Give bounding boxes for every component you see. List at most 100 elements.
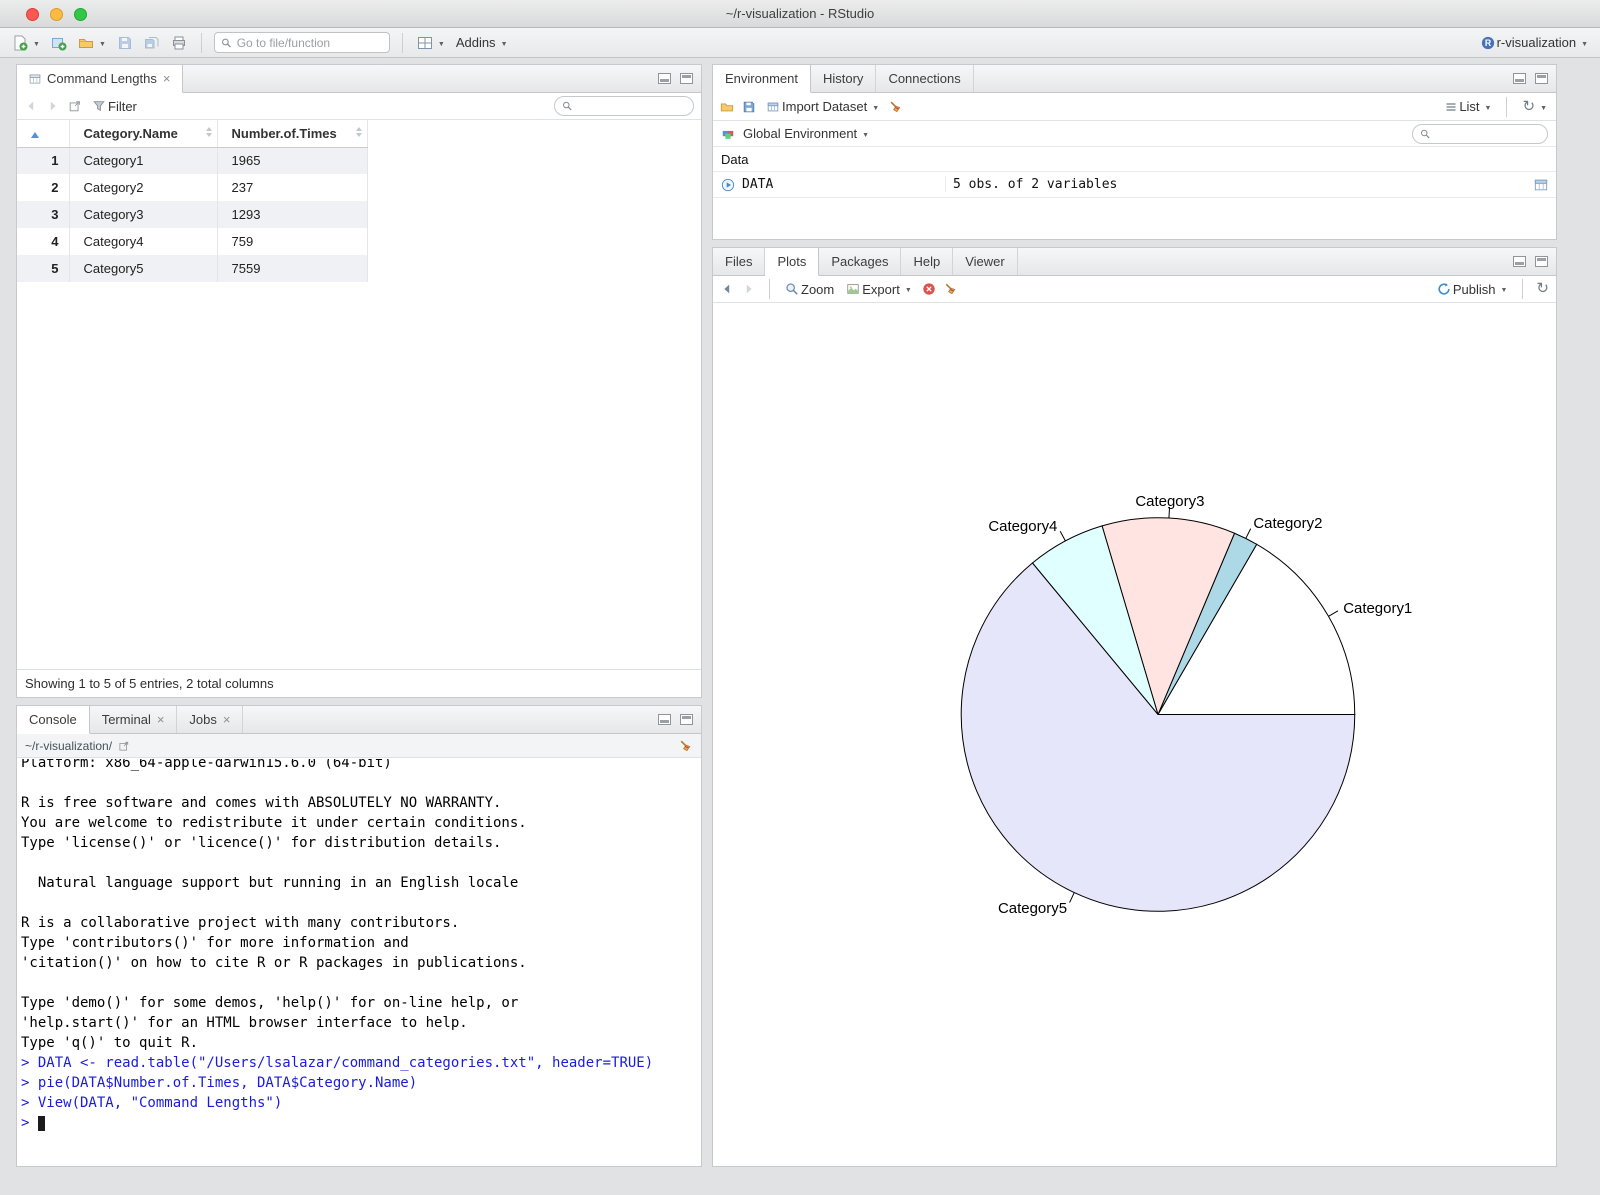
tab-connections[interactable]: Connections: [876, 65, 974, 92]
import-dataset-button[interactable]: Import Dataset: [764, 97, 881, 117]
titlebar: ~/r-visualization - RStudio: [0, 0, 1600, 28]
addins-button[interactable]: Addins: [454, 33, 510, 53]
times-cell: 7559: [217, 255, 368, 282]
environment-object-row: DATA 5 obs. of 2 variables: [713, 172, 1556, 198]
new-project-button[interactable]: [49, 34, 69, 52]
console-output-area[interactable]: Platform: x86_64-apple-darwin15.6.0 (64-…: [17, 759, 701, 1166]
tab-environment[interactable]: Environment: [713, 65, 811, 93]
category-name-cell: Category4: [69, 228, 218, 255]
console-tabbar: Console Terminal Jobs: [17, 706, 701, 734]
column-header-rownum[interactable]: [17, 120, 70, 148]
column-header-number-of-times[interactable]: Number.of.Times: [217, 120, 368, 148]
dropdown-caret-icon: [498, 34, 508, 52]
close-window-button[interactable]: [26, 8, 39, 21]
tab-label: Command Lengths: [47, 71, 157, 86]
remove-plot-button[interactable]: [922, 282, 936, 296]
refresh-icon: ↻: [1536, 280, 1549, 297]
minimize-pane-icon[interactable]: [1513, 256, 1526, 267]
clear-environment-button[interactable]: [889, 100, 903, 114]
tab-viewer[interactable]: Viewer: [953, 248, 1018, 275]
next-plot-button[interactable]: [742, 282, 756, 296]
print-button[interactable]: [169, 34, 189, 52]
tab-plots[interactable]: Plots: [765, 248, 820, 276]
viewer-tabbar: Command Lengths: [17, 65, 701, 93]
publish-button[interactable]: Publish: [1435, 279, 1510, 299]
open-in-new-window-button[interactable]: [68, 99, 82, 113]
close-icon[interactable]: [223, 713, 231, 726]
minimize-window-button[interactable]: [50, 8, 63, 21]
save-all-button[interactable]: [142, 34, 162, 52]
tab-packages[interactable]: Packages: [819, 248, 902, 275]
category-name-cell: Category1: [69, 147, 218, 174]
console-command-text: > DATA <- read.table("/Users/lsalazar/co…: [21, 1053, 701, 1133]
refresh-plot-button[interactable]: ↻: [1536, 280, 1549, 298]
table-row: 1 Category1 1965: [17, 147, 368, 174]
back-button[interactable]: [24, 99, 38, 113]
close-icon[interactable]: [163, 72, 171, 85]
list-icon: [1446, 102, 1456, 111]
expand-object-icon[interactable]: [721, 178, 735, 192]
clear-all-plots-button[interactable]: [944, 282, 958, 296]
maximize-pane-icon[interactable]: [1535, 73, 1548, 84]
fullscreen-window-button[interactable]: [74, 8, 87, 21]
tab-command-lengths[interactable]: Command Lengths: [17, 65, 184, 93]
dropdown-caret-icon: [1482, 98, 1492, 116]
maximize-pane-icon[interactable]: [680, 714, 693, 725]
tab-label: History: [822, 71, 864, 86]
tab-history[interactable]: History: [811, 65, 877, 92]
object-name: DATA: [742, 177, 774, 192]
tab-jobs[interactable]: Jobs: [177, 706, 244, 733]
goto-file-input[interactable]: [236, 35, 383, 50]
scope-selector-button[interactable]: Global Environment: [741, 124, 871, 144]
sort-toggle-icon: [205, 127, 212, 137]
tab-help[interactable]: Help: [901, 248, 954, 275]
environment-scope-row: Global Environment: [713, 121, 1556, 147]
maximize-pane-icon[interactable]: [680, 73, 693, 84]
maximize-pane-icon[interactable]: [1535, 256, 1548, 267]
table-icon: [1534, 179, 1548, 190]
project-selector-button[interactable]: R r-visualization: [1479, 33, 1590, 53]
table-search-box[interactable]: [554, 96, 694, 116]
tab-files[interactable]: Files: [713, 248, 766, 275]
new-file-button[interactable]: [10, 33, 42, 53]
view-object-button[interactable]: [1534, 178, 1548, 192]
minimize-pane-icon[interactable]: [1513, 73, 1526, 84]
dropdown-caret-icon: [1537, 98, 1547, 116]
clear-console-button[interactable]: [679, 739, 693, 753]
workspace-panes-button[interactable]: [415, 33, 447, 53]
open-file-button[interactable]: [76, 33, 108, 53]
environment-search-input[interactable]: [1435, 126, 1540, 141]
filter-button[interactable]: Filter: [90, 98, 139, 115]
dropdown-caret-icon: [869, 98, 879, 116]
table-header-row: Category.Name Number.of.Times: [17, 120, 368, 148]
forward-button[interactable]: [46, 99, 60, 113]
pane-window-buttons: [1513, 256, 1548, 267]
zoom-plot-button[interactable]: Zoom: [783, 281, 836, 298]
save-button[interactable]: [115, 34, 135, 52]
pie-chart: Category1 Category2 Category3 Category4 Cate…: [960, 493, 1412, 917]
pie-label-tick: [1059, 530, 1066, 542]
tab-terminal[interactable]: Terminal: [90, 706, 178, 733]
table-search-input[interactable]: [577, 99, 686, 113]
times-cell: 759: [217, 228, 368, 255]
row-number-cell: 1: [17, 147, 70, 174]
refresh-environment-button[interactable]: ↻: [1520, 97, 1549, 117]
minimize-pane-icon[interactable]: [658, 73, 671, 84]
goto-file-search[interactable]: [213, 32, 390, 53]
load-workspace-button[interactable]: [720, 100, 734, 114]
close-icon[interactable]: [157, 713, 165, 726]
publish-icon: [1438, 283, 1450, 295]
dropdown-caret-icon: [1578, 34, 1588, 52]
search-icon: [563, 101, 572, 111]
save-workspace-button[interactable]: [742, 100, 756, 114]
column-header-category-name[interactable]: Category.Name: [69, 120, 218, 148]
tab-console[interactable]: Console: [17, 706, 90, 734]
display-mode-button[interactable]: List: [1443, 97, 1493, 117]
export-plot-button[interactable]: Export: [844, 279, 914, 299]
new-file-icon: [14, 35, 28, 50]
pie-label-tick: [1245, 528, 1252, 539]
popout-icon[interactable]: [118, 740, 130, 752]
previous-plot-button[interactable]: [720, 282, 734, 296]
environment-search-box[interactable]: [1412, 123, 1548, 144]
minimize-pane-icon[interactable]: [658, 714, 671, 725]
